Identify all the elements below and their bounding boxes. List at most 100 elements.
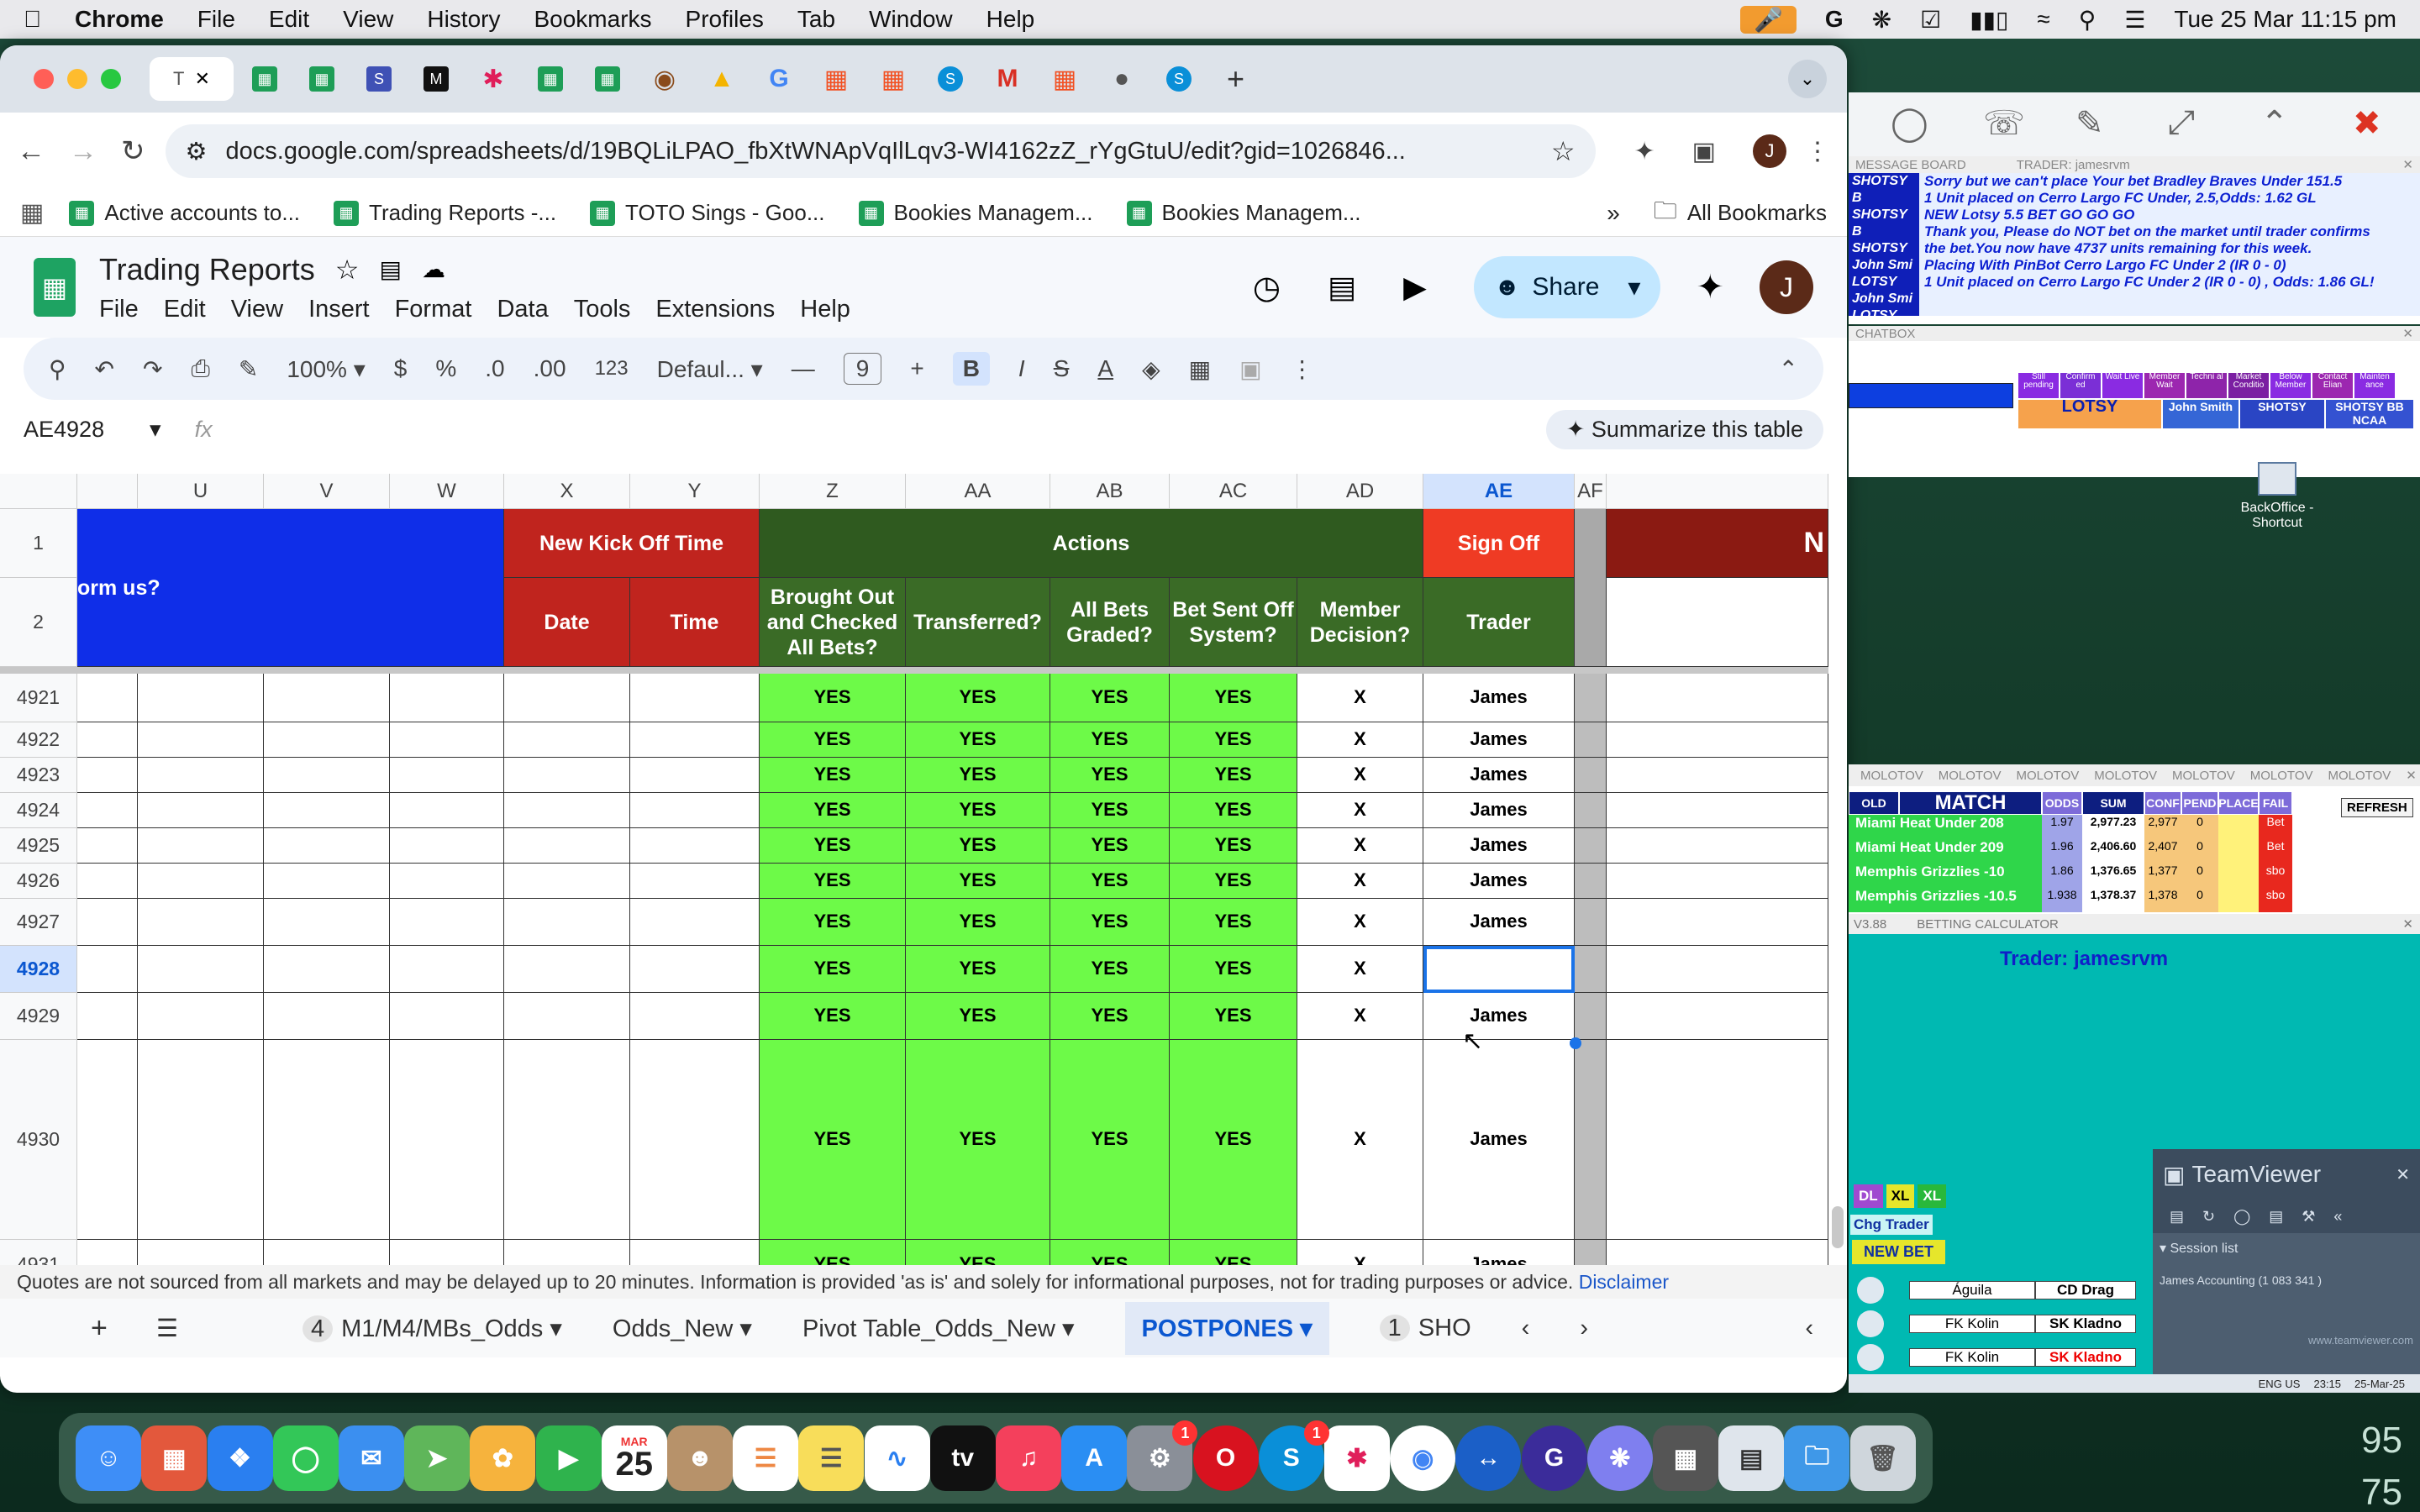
empty-cell[interactable]	[630, 828, 760, 864]
dl-button[interactable]: DL	[1854, 1184, 1883, 1208]
molotov-fail[interactable]: Bet	[2259, 839, 2292, 864]
menu-extensions[interactable]: Extensions	[655, 296, 775, 323]
session-list[interactable]: ▾ Session list	[2160, 1240, 2413, 1257]
menubar-app-name[interactable]: Chrome	[75, 6, 164, 33]
empty-cell[interactable]	[264, 722, 390, 758]
empty-cell[interactable]	[504, 758, 630, 793]
empty-cell[interactable]	[138, 793, 264, 828]
molotov-match[interactable]: Memphis Grizzlies -10.5	[1849, 888, 2042, 912]
add-sheet-icon[interactable]: +	[91, 1312, 108, 1345]
menu-edit[interactable]: Edit	[164, 296, 206, 323]
opera-icon[interactable]: O	[1192, 1425, 1259, 1491]
chat-quick-button[interactable]: Below Member	[2270, 373, 2311, 398]
trader-cell[interactable]: James	[1423, 828, 1575, 864]
comments-icon[interactable]: ▤	[1328, 270, 1356, 305]
empty-cell[interactable]	[630, 899, 760, 946]
trader-cell[interactable]: James	[1423, 899, 1575, 946]
row-header[interactable]: 4928	[0, 946, 77, 993]
molotov-col-header[interactable]: ODDS	[2042, 791, 2082, 815]
empty-cell[interactable]	[630, 793, 760, 828]
row-header[interactable]: 4923	[0, 758, 77, 793]
trader-cell[interactable]	[1423, 946, 1575, 993]
call-icon[interactable]: ☏	[1983, 104, 2025, 143]
grammarly-icon[interactable]: G	[1521, 1425, 1587, 1491]
menu-view[interactable]: View	[231, 296, 283, 323]
graded-cell[interactable]: YES	[1050, 722, 1170, 758]
empty-cell[interactable]	[264, 1240, 390, 1265]
more-bookmarks-icon[interactable]: »	[1607, 200, 1620, 227]
brought-out-cell[interactable]: YES	[760, 899, 906, 946]
extension-icon[interactable]: ✦	[1634, 137, 1655, 166]
back-icon[interactable]: ←	[17, 135, 45, 168]
empty-cell[interactable]	[77, 899, 138, 946]
transferred-cell[interactable]: YES	[906, 793, 1050, 828]
column-header[interactable]: AE	[1423, 474, 1575, 509]
empty-cell[interactable]	[138, 1240, 264, 1265]
af-cell[interactable]	[1575, 864, 1607, 899]
menubar-tab[interactable]: Tab	[797, 6, 835, 33]
transferred-cell[interactable]: YES	[906, 1240, 1050, 1265]
tab-sheets-1[interactable]: ▦	[239, 57, 291, 101]
bookmark-4[interactable]: ▦ Bookies Managem...	[858, 200, 1093, 226]
name-box[interactable]: AE4928	[24, 417, 150, 443]
spreadsheet-grid[interactable]: U V W X Y Z AA AB AC AD AE AF 1 2 orm us? New Kick Off …	[0, 474, 1847, 1265]
tab-drive[interactable]: ▲	[696, 57, 748, 101]
trader-cell[interactable]: James	[1423, 793, 1575, 828]
gear-status-icon[interactable]: ❋	[1872, 6, 1891, 34]
chrome-menu-icon[interactable]: ⋮	[1805, 137, 1830, 166]
trader-cell[interactable]: James	[1423, 1240, 1575, 1265]
chat-quick-button[interactable]: Market Conditio	[2228, 373, 2269, 398]
blank-cell[interactable]	[1607, 758, 1828, 793]
menu-help[interactable]: Help	[800, 296, 850, 323]
cloud-status-icon[interactable]: ☁	[422, 255, 445, 283]
maximize-window-icon[interactable]	[101, 69, 121, 89]
percent-button[interactable]: %	[435, 355, 456, 382]
trader-cell[interactable]: James	[1423, 674, 1575, 722]
empty-cell[interactable]	[77, 674, 138, 722]
facetime-icon[interactable]: ▶	[535, 1425, 602, 1491]
tab-google[interactable]: G	[753, 57, 805, 101]
calculator-icon[interactable]: ▦	[1652, 1425, 1718, 1491]
row-header[interactable]: 4931	[0, 1240, 77, 1265]
meet-icon[interactable]: ▶	[1403, 270, 1427, 305]
borders-icon[interactable]: ▦	[1189, 355, 1211, 383]
strikethrough-icon[interactable]: S	[1054, 355, 1070, 382]
brought-out-cell[interactable]: YES	[760, 1040, 906, 1240]
af-cell[interactable]	[1575, 722, 1607, 758]
url-text[interactable]: docs.google.com/spreadsheets/d/19BQLiLPA…	[226, 138, 1406, 165]
member-decision-cell[interactable]: X	[1297, 793, 1423, 828]
transferred-cell[interactable]: YES	[906, 946, 1050, 993]
member-decision-cell[interactable]: X	[1297, 864, 1423, 899]
brought-out-cell[interactable]: YES	[760, 674, 906, 722]
chat-quick-button[interactable]: Contact Elian	[2312, 373, 2353, 398]
empty-cell[interactable]	[138, 899, 264, 946]
chat-quick-button[interactable]: Still pending	[2018, 373, 2059, 398]
bet-sent-cell[interactable]: YES	[1170, 674, 1297, 722]
empty-cell[interactable]	[264, 828, 390, 864]
trader-cell[interactable]: James	[1423, 993, 1575, 1040]
empty-cell[interactable]	[630, 993, 760, 1040]
draw-icon[interactable]: ✎	[2075, 104, 2104, 143]
menu-data[interactable]: Data	[497, 296, 548, 323]
molotov-tab[interactable]: MOLOTOV	[1860, 769, 1923, 783]
graded-cell[interactable]: YES	[1050, 1240, 1170, 1265]
music-icon[interactable]: ♫	[995, 1425, 1061, 1491]
empty-cell[interactable]	[138, 993, 264, 1040]
chatbox-input[interactable]	[1849, 383, 2013, 408]
close-tab-icon[interactable]: ✕	[195, 68, 210, 90]
brought-out-cell[interactable]: YES	[760, 793, 906, 828]
member-decision-cell[interactable]: X	[1297, 828, 1423, 864]
row-header[interactable]: 1	[0, 509, 77, 578]
skype-icon[interactable]: S1	[1258, 1420, 1329, 1491]
bet-sent-cell[interactable]: YES	[1170, 1240, 1297, 1265]
empty-cell[interactable]	[630, 674, 760, 722]
molotov-col-header[interactable]: PLACE	[2218, 791, 2259, 815]
new-tab-icon[interactable]: +	[1227, 61, 1244, 97]
chat-name-tab[interactable]: SHOTSY	[2240, 400, 2324, 428]
transferred-cell[interactable]: YES	[906, 864, 1050, 899]
blank-cell[interactable]	[1607, 828, 1828, 864]
maps-icon[interactable]: ➤	[404, 1425, 471, 1491]
brought-out-cell[interactable]: YES	[760, 828, 906, 864]
paint-format-icon[interactable]: ✎	[239, 355, 258, 383]
bet-sent-cell[interactable]: YES	[1170, 828, 1297, 864]
